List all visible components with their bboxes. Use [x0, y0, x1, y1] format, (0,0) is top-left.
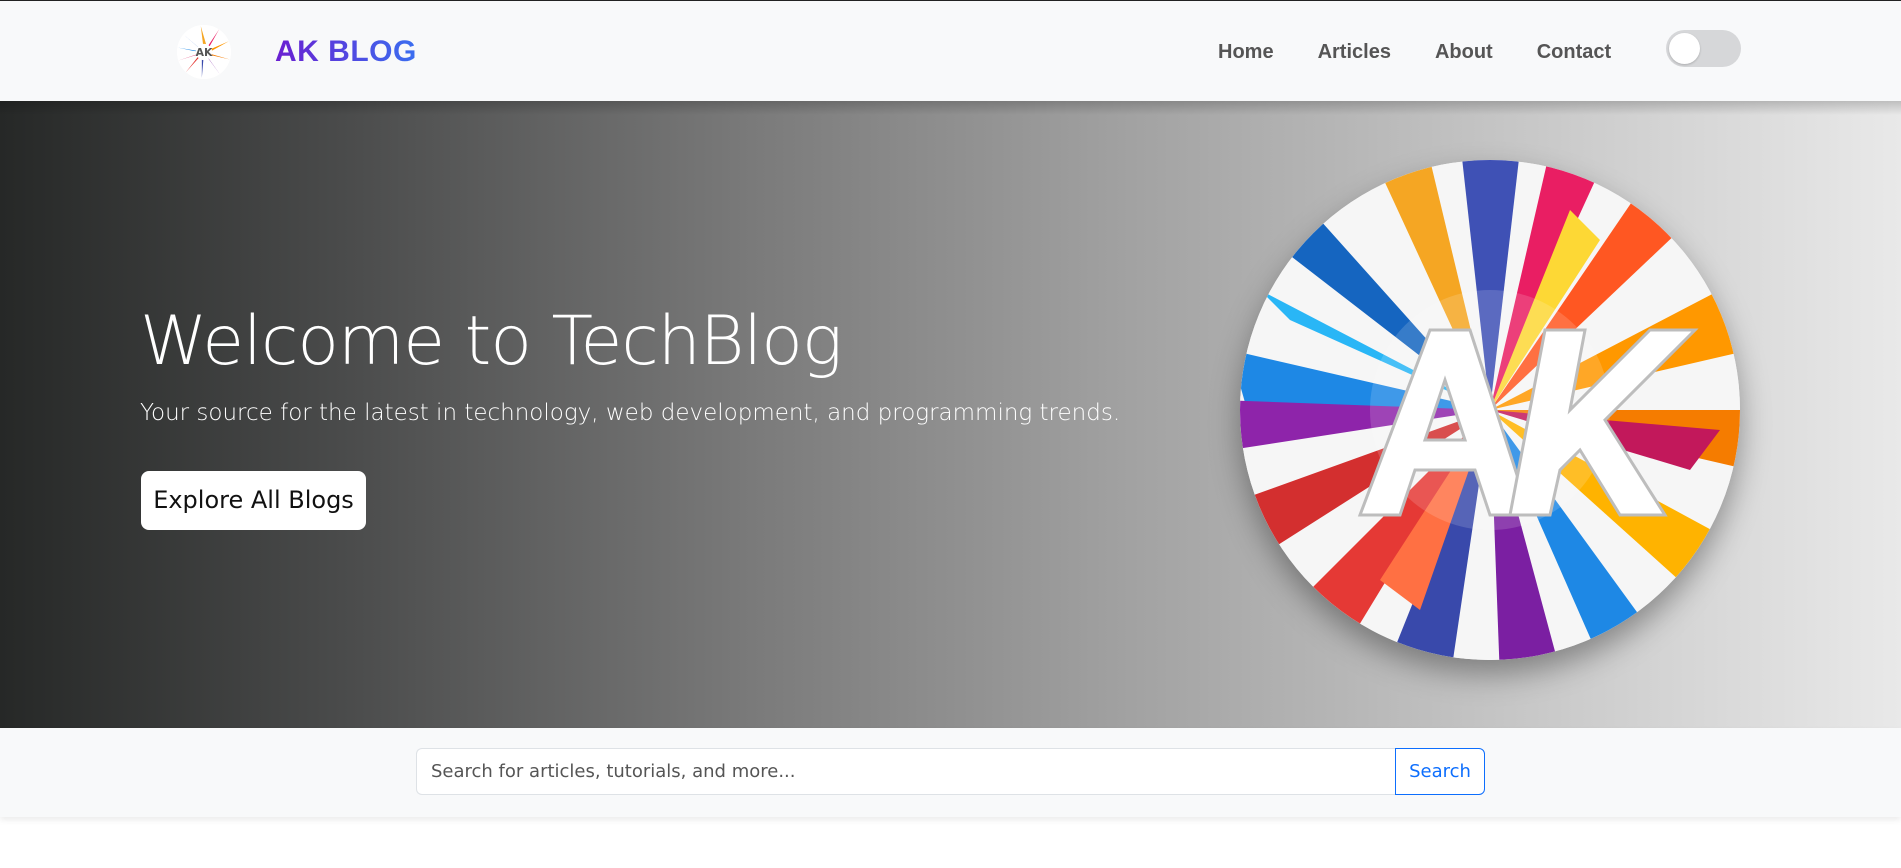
hero-logo-image: [1240, 160, 1740, 660]
svg-text:AK: AK: [196, 46, 213, 59]
search-input[interactable]: [416, 748, 1396, 795]
hero-subtitle: Your source for the latest in technology…: [140, 400, 1121, 426]
nav-link-contact[interactable]: Contact: [1537, 39, 1611, 65]
nav-links: Home Articles About Contact: [1218, 39, 1655, 65]
hero-section: Welcome to TechBlog Your source for the …: [0, 101, 1901, 728]
theme-toggle-knob: [1669, 33, 1700, 64]
brand-name[interactable]: AK BLOG: [275, 34, 417, 70]
nav-link-articles[interactable]: Articles: [1318, 39, 1391, 65]
hero-top-shadow: [0, 101, 1901, 115]
hero-title: Welcome to TechBlog: [140, 302, 843, 381]
navbar: AK AK BLOG Home Articles About Contact: [0, 0, 1901, 101]
theme-toggle[interactable]: [1666, 30, 1741, 67]
nav-link-home[interactable]: Home: [1218, 39, 1274, 65]
nav-link-about[interactable]: About: [1435, 39, 1493, 65]
brand-logo-icon[interactable]: AK: [177, 25, 231, 79]
search-bar: Search: [0, 728, 1901, 817]
explore-all-blogs-button[interactable]: Explore All Blogs: [141, 471, 366, 530]
search-button[interactable]: Search: [1395, 748, 1485, 795]
